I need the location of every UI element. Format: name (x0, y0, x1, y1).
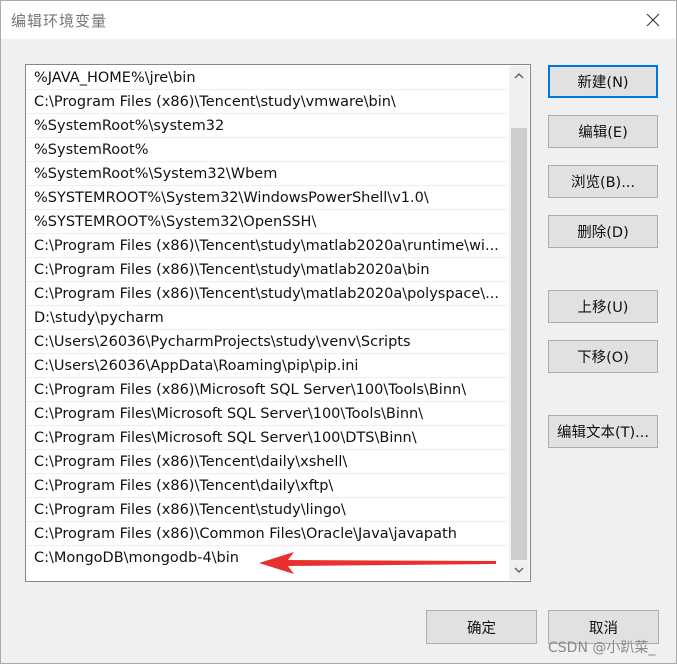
delete-button[interactable]: 删除(D) (548, 215, 658, 248)
list-item[interactable]: C:\Program Files (x86)\Tencent\daily\xft… (27, 474, 508, 498)
close-button[interactable] (630, 1, 676, 39)
list-item[interactable]: C:\Program Files (x86)\Tencent\study\mat… (27, 258, 508, 282)
list-item[interactable]: C:\Program Files (x86)\Tencent\daily\xsh… (27, 450, 508, 474)
edit-text-button[interactable]: 编辑文本(T)... (548, 415, 658, 448)
list-item[interactable]: %SYSTEMROOT%\System32\WindowsPowerShell\… (27, 186, 508, 210)
list-item[interactable]: C:\Program Files\Microsoft SQL Server\10… (27, 426, 508, 450)
list-item[interactable]: C:\Program Files (x86)\Common Files\Orac… (27, 522, 508, 546)
path-listbox[interactable]: %JAVA_HOME%\jre\bin C:\Program Files (x8… (25, 64, 531, 582)
list-item[interactable]: C:\Program Files (x86)\Tencent\study\vmw… (27, 90, 508, 114)
move-up-button[interactable]: 上移(U) (548, 290, 658, 323)
list-item[interactable]: C:\Program Files (x86)\Tencent\study\lin… (27, 498, 508, 522)
ok-button[interactable]: 确定 (426, 610, 537, 644)
edit-environment-variable-dialog: 编辑环境变量 %JAVA_HOME%\jre\bin C:\Program Fi… (0, 0, 677, 664)
window-title: 编辑环境变量 (11, 12, 108, 30)
edit-button[interactable]: 编辑(E) (548, 115, 658, 148)
title-bar: 编辑环境变量 (1, 1, 676, 39)
move-down-button[interactable]: 下移(O) (548, 340, 658, 373)
scroll-down-button[interactable] (509, 560, 529, 580)
list-item[interactable]: C:\Program Files (x86)\Tencent\study\mat… (27, 282, 508, 306)
list-item[interactable]: C:\Users\26036\AppData\Roaming\pip\pip.i… (27, 354, 508, 378)
red-arrow-icon (259, 552, 496, 574)
list-item[interactable]: D:\study\pycharm (27, 306, 508, 330)
list-item[interactable]: %JAVA_HOME%\jre\bin (27, 66, 508, 90)
list-item[interactable]: %SystemRoot% (27, 138, 508, 162)
list-item[interactable]: C:\Program Files (x86)\Tencent\study\mat… (27, 234, 508, 258)
browse-button[interactable]: 浏览(B)... (548, 165, 658, 198)
new-button[interactable]: 新建(N) (548, 65, 658, 98)
list-item[interactable]: C:\Users\26036\PycharmProjects\study\ven… (27, 330, 508, 354)
close-icon (646, 13, 660, 27)
chevron-up-icon (514, 73, 524, 79)
list-item[interactable]: %SystemRoot%\System32\Wbem (27, 162, 508, 186)
vertical-scrollbar[interactable] (509, 66, 529, 580)
scroll-thumb[interactable] (511, 128, 527, 560)
scroll-up-button[interactable] (509, 66, 529, 86)
chevron-down-icon (514, 567, 524, 573)
list-item[interactable]: C:\Program Files (x86)\Microsoft SQL Ser… (27, 378, 508, 402)
list-item[interactable]: %SYSTEMROOT%\System32\OpenSSH\ (27, 210, 508, 234)
list-item[interactable]: %SystemRoot%\system32 (27, 114, 508, 138)
watermark: CSDN @小趴菜_ (548, 640, 656, 656)
list-item[interactable]: C:\Program Files\Microsoft SQL Server\10… (27, 402, 508, 426)
path-list: %JAVA_HOME%\jre\bin C:\Program Files (x8… (27, 66, 508, 570)
